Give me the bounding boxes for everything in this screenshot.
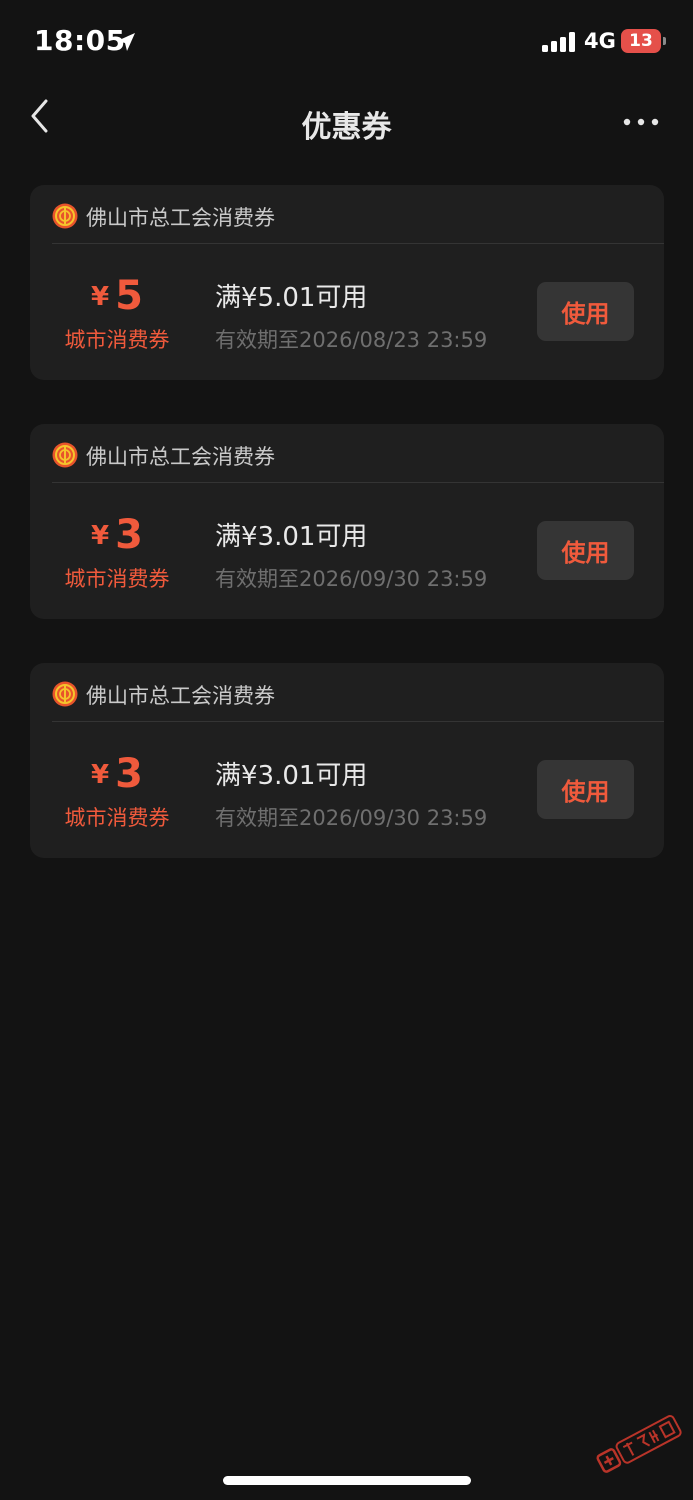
amount-value: 3	[115, 512, 143, 558]
page-title: 优惠券	[301, 110, 392, 145]
coupon-condition: 满¥3.01可用	[215, 522, 368, 552]
coupon-issuer: 佛山市总工会消费券	[86, 206, 275, 230]
network-type: 4G	[584, 29, 616, 53]
coupon-issuer: 佛山市总工会消费券	[86, 445, 275, 469]
card-divider	[52, 243, 664, 244]
coupon-amount: ¥3	[62, 512, 172, 558]
cellular-signal-icon	[542, 32, 575, 52]
more-options-icon[interactable]	[622, 116, 660, 128]
use-coupon-button[interactable]: 使用	[537, 760, 634, 819]
coupon-amount: ¥3	[62, 751, 172, 797]
coupon-validity: 有效期至2026/09/30 23:59	[215, 806, 488, 830]
use-coupon-button[interactable]: 使用	[537, 521, 634, 580]
coupon-amount: ¥5	[62, 273, 172, 319]
coupon-card-header: 佛山市总工会消费券	[30, 185, 664, 244]
coupon-validity: 有效期至2026/08/23 23:59	[215, 328, 488, 352]
nav-bar: 优惠券	[0, 88, 693, 156]
coupon-card: 佛山市总工会消费券 ¥5 城市消费券 满¥5.01可用 有效期至2026/08/…	[30, 185, 664, 380]
coupon-condition: 满¥3.01可用	[215, 761, 368, 791]
coupon-card: 佛山市总工会消费券 ¥3 城市消费券 满¥3.01可用 有效期至2026/09/…	[30, 663, 664, 858]
coupon-type: 城市消费券	[64, 328, 170, 352]
status-time: 18:05	[34, 24, 126, 57]
currency-symbol: ¥	[91, 760, 110, 790]
watermark-logo	[596, 1415, 682, 1473]
coupon-type: 城市消费券	[64, 567, 170, 591]
location-arrow-icon	[117, 33, 135, 51]
coupon-issuer: 佛山市总工会消费券	[86, 684, 275, 708]
trade-union-logo-icon	[52, 681, 78, 707]
coupon-page: 18:05 4G 13 优惠券 佛山市总工会消费券 ¥ 5 城市消费券 满¥5.…	[0, 0, 693, 1500]
card-divider	[52, 721, 664, 722]
use-coupon-button[interactable]: 使用	[537, 282, 634, 341]
coupon-card-header: 佛山市总工会消费券	[30, 424, 664, 483]
home-indicator[interactable]	[223, 1476, 471, 1485]
coupon-type: 城市消费券	[64, 806, 170, 830]
coupon-card-header: 佛山市总工会消费券	[30, 663, 664, 722]
amount-value: 5	[115, 273, 143, 319]
currency-symbol: ¥	[91, 282, 110, 312]
status-bar: 18:05 4G 13	[0, 0, 693, 88]
coupon-validity: 有效期至2026/09/30 23:59	[215, 567, 488, 591]
battery-level: 13	[629, 31, 653, 51]
trade-union-logo-icon	[52, 203, 78, 229]
currency-symbol: ¥	[91, 521, 110, 551]
battery-cap	[663, 37, 666, 45]
coupon-condition: 满¥5.01可用	[215, 283, 368, 313]
amount-value: 3	[115, 751, 143, 797]
battery-icon: 13	[621, 29, 667, 53]
card-divider	[52, 482, 664, 483]
coupon-card: 佛山市总工会消费券 ¥3 城市消费券 满¥3.01可用 有效期至2026/09/…	[30, 424, 664, 619]
trade-union-logo-icon	[52, 442, 78, 468]
